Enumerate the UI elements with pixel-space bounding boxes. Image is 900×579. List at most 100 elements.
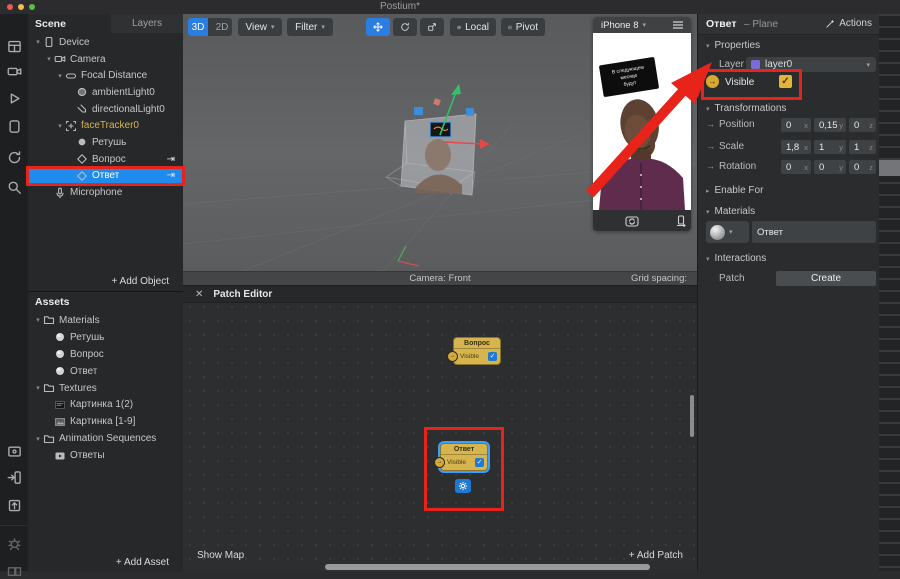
rotate-device-icon[interactable]: [675, 215, 687, 227]
animation-icon: [54, 450, 66, 462]
transform-value-field[interactable]: 1,8x: [781, 140, 811, 154]
view-mode-toggle[interactable]: 3D 2D: [188, 18, 232, 36]
triangle-down-icon[interactable]: ▾: [55, 72, 65, 80]
import-tool-button[interactable]: [6, 469, 22, 485]
asset-item[interactable]: Картинка [1-9]: [28, 413, 183, 430]
restart-tool-button[interactable]: [6, 149, 22, 165]
triangle-down-icon[interactable]: ▾: [33, 384, 43, 392]
transform-value-field[interactable]: 0z: [849, 160, 876, 174]
triangle-down-icon[interactable]: ▾: [33, 435, 43, 443]
scene-item[interactable]: ambientLight0: [28, 84, 183, 101]
section-properties[interactable]: ▾ Properties: [706, 40, 760, 51]
folder-icon: [43, 314, 55, 326]
section-transformations[interactable]: ▾ Transformations: [706, 103, 786, 114]
transform-value-field[interactable]: 1z: [849, 140, 876, 154]
triangle-down-icon[interactable]: ▾: [33, 38, 43, 46]
patch-node[interactable]: Ответ→Visible✓: [440, 443, 488, 471]
flip-camera-icon[interactable]: [625, 215, 639, 227]
inspector-header: Ответ – Plane Actions: [698, 14, 879, 35]
pivot-button[interactable]: Pivot: [501, 18, 545, 36]
triangle-down-icon[interactable]: ▾: [33, 316, 43, 324]
microphone-icon: [54, 187, 66, 199]
patch-port-icon[interactable]: →: [434, 457, 445, 468]
create-patch-button[interactable]: Create: [776, 271, 876, 286]
debug-tool-button[interactable]: [6, 535, 22, 551]
asset-item[interactable]: ▾Animation Sequences: [28, 430, 183, 447]
asset-item[interactable]: ▾Materials: [28, 312, 183, 329]
patch-node[interactable]: Вопрос→Visible✓: [453, 337, 501, 365]
search-tool-button[interactable]: [6, 179, 22, 195]
device-tool-button[interactable]: [6, 118, 22, 134]
asset-item[interactable]: Ответ: [28, 363, 183, 380]
scene-item[interactable]: ▾Device: [28, 34, 183, 51]
patch-editor[interactable]: ✕ Patch Editor Вопрос→Visible✓ Ответ→Visi…: [183, 285, 697, 572]
transform-value-field[interactable]: 0z: [849, 118, 876, 132]
show-map-button[interactable]: Show Map: [197, 550, 244, 561]
scene-item[interactable]: Ретушь: [28, 134, 183, 151]
scene-item[interactable]: ▾Focal Distance: [28, 67, 183, 84]
mode-3d-button[interactable]: 3D: [188, 18, 208, 36]
device-icon: [7, 119, 22, 134]
patch-visible-checkbox[interactable]: ✓: [475, 458, 484, 467]
patch-port-icon[interactable]: →: [447, 351, 458, 362]
scene-item[interactable]: Вопрос⇥: [28, 151, 183, 168]
scale-tool-button[interactable]: [420, 18, 444, 36]
actions-button[interactable]: Actions: [825, 18, 872, 29]
local-space-button[interactable]: Local: [450, 18, 496, 36]
visible-checkbox[interactable]: ✓: [779, 75, 792, 88]
scene-item[interactable]: Microphone: [28, 184, 183, 201]
section-materials[interactable]: ▾ Materials: [706, 206, 755, 217]
scene-item[interactable]: Ответ⇥: [28, 168, 183, 185]
view-dropdown[interactable]: View▾: [238, 18, 282, 36]
device-selector[interactable]: iPhone 8: [601, 20, 639, 31]
add-asset-button[interactable]: + Add Asset: [28, 554, 183, 571]
capture-icon: [7, 444, 22, 459]
transform-value-field[interactable]: 0,15y: [814, 118, 846, 132]
mode-2d-button[interactable]: 2D: [212, 18, 232, 36]
scene-panel-title: Scene: [35, 18, 66, 30]
asset-item[interactable]: Ответы: [28, 447, 183, 464]
transform-value-field[interactable]: 0x: [781, 160, 811, 174]
move-tool-button[interactable]: [366, 18, 390, 36]
folder-icon: [43, 382, 55, 394]
screens-tool-button[interactable]: [6, 563, 22, 579]
section-enable-for[interactable]: ▸ Enable For: [706, 185, 763, 196]
filter-dropdown[interactable]: Filter▾: [287, 18, 333, 36]
add-object-button[interactable]: + Add Object: [28, 273, 183, 290]
scene-item[interactable]: ▾faceTracker0: [28, 117, 183, 134]
simulator-footer: [593, 210, 691, 231]
patch-settings-button[interactable]: [455, 479, 471, 493]
grid-spacing-label: Grid spacing:: [631, 273, 687, 284]
triangle-down-icon[interactable]: ▾: [55, 122, 65, 130]
material-name-field[interactable]: Ответ: [752, 221, 876, 243]
patch-visible-checkbox[interactable]: ✓: [488, 352, 497, 361]
rotate-tool-button[interactable]: [393, 18, 417, 36]
asset-item[interactable]: Картинка 1(2): [28, 396, 183, 413]
device-rect-icon: [43, 36, 55, 48]
material-thumbnail-dropdown[interactable]: ▾: [706, 221, 749, 243]
menu-icon[interactable]: [672, 20, 684, 30]
add-patch-button[interactable]: + Add Patch: [629, 550, 683, 561]
export-tool-button[interactable]: [6, 497, 22, 513]
video-tool-button[interactable]: [6, 63, 22, 79]
scene-item[interactable]: directionalLight0: [28, 101, 183, 118]
patch-editor-title: Patch Editor: [213, 289, 272, 300]
asset-item[interactable]: ▾Textures: [28, 380, 183, 397]
horizontal-scrollbar[interactable]: [325, 564, 650, 570]
triangle-down-icon[interactable]: ▾: [44, 55, 54, 63]
asset-item[interactable]: Вопрос: [28, 346, 183, 363]
scene-item[interactable]: ▾Camera: [28, 51, 183, 68]
transform-value-field[interactable]: 1y: [814, 140, 846, 154]
capture-tool-button[interactable]: [6, 443, 22, 459]
asset-item[interactable]: Ретушь: [28, 329, 183, 346]
close-icon[interactable]: ✕: [195, 289, 203, 300]
transform-value-field[interactable]: 0x: [781, 118, 811, 132]
patch-arrow-icon: →: [706, 161, 715, 171]
layer-dropdown[interactable]: layer0 ▾: [746, 57, 876, 72]
tab-layers[interactable]: Layers: [111, 14, 183, 33]
transform-value-field[interactable]: 0y: [814, 160, 846, 174]
layout-tool-button[interactable]: [6, 38, 22, 54]
play-tool-button[interactable]: [6, 90, 22, 106]
section-interactions[interactable]: ▾ Interactions: [706, 253, 766, 264]
vertical-scrollbar[interactable]: [690, 395, 694, 437]
